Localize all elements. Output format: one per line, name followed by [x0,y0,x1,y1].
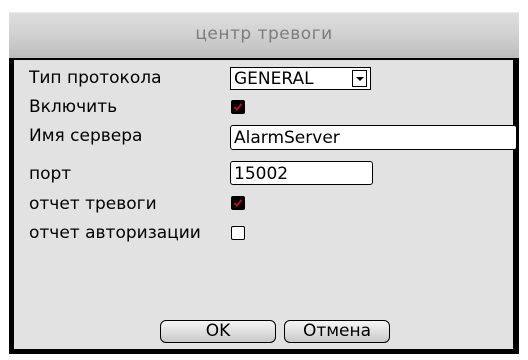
auth-report-checkbox[interactable] [231,226,245,240]
title-bar[interactable]: центр тревоги [9,12,519,58]
checkmark-icon [233,103,243,111]
port-value: 15002 [234,164,289,184]
port-field[interactable]: 15002 [230,161,373,185]
ok-button[interactable]: OK [160,320,276,343]
server-name-field[interactable]: AlarmServer [230,125,517,150]
protocol-type-select[interactable]: GENERAL [230,67,371,90]
chevron-down-icon[interactable] [352,70,367,87]
port-label: порт [29,164,72,184]
alarm-report-checkbox[interactable] [231,196,245,210]
alarm-report-label: отчет тревоги [29,194,157,214]
server-name-value: AlarmServer [234,128,340,148]
enable-label: Включить [29,97,118,117]
server-name-label: Имя сервера [29,126,143,146]
protocol-type-label: Тип протокола [29,68,162,88]
checkmark-icon [233,199,243,207]
alarm-center-window: центр тревоги Тип протокола GENERAL Вклю… [0,0,528,360]
auth-report-label: отчет авторизации [29,223,201,243]
dialog-title: центр тревоги [195,24,333,44]
enable-checkbox[interactable] [231,100,245,114]
protocol-type-value: GENERAL [234,69,314,89]
cancel-button[interactable]: Отмена [284,320,390,343]
